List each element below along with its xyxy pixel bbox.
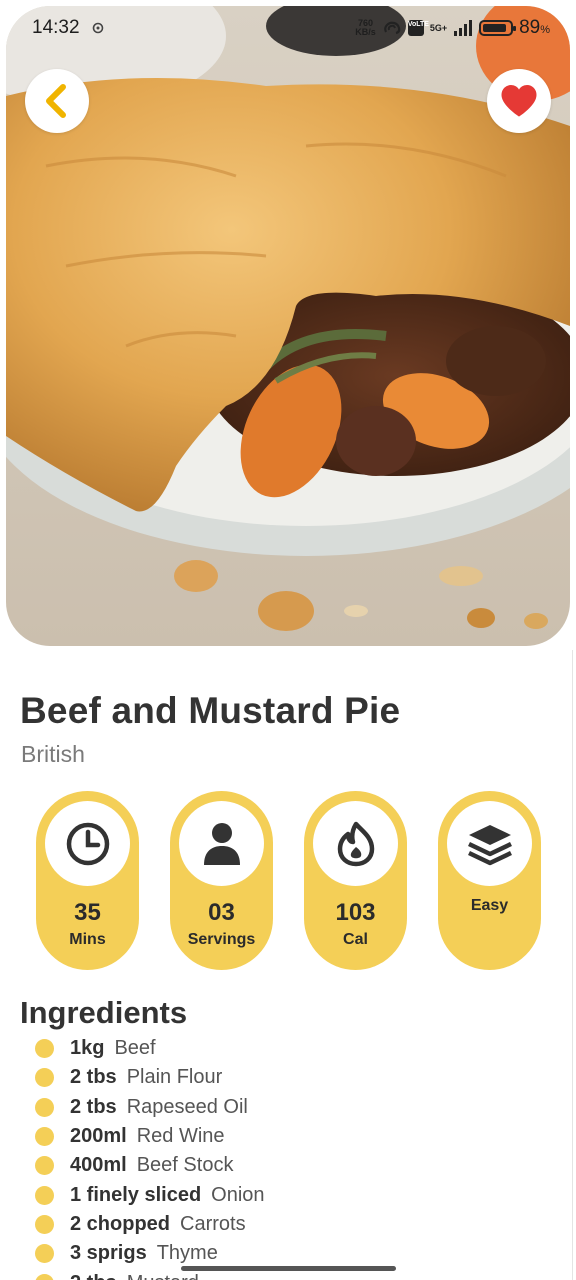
ingredient-qty: 400ml (70, 1154, 127, 1177)
bullet-icon (35, 1156, 54, 1176)
hotspot-icon (383, 21, 401, 35)
stat-servings-unit: Servings (187, 931, 256, 948)
ingredient-item: 1kg Beef (35, 1034, 555, 1063)
stat-difficulty-label: Easy (470, 897, 509, 914)
stat-servings: 03 Servings (170, 791, 273, 970)
ingredient-name: Mustard (127, 1272, 199, 1280)
network-speed-unit: KB/s (355, 27, 376, 37)
stat-time-value: 35 (74, 899, 101, 926)
ingredients-heading: Ingredients (20, 995, 188, 1030)
battery-percent: 89% (519, 17, 550, 39)
ingredient-qty: 3 sprigs (70, 1242, 147, 1265)
stat-calories-unit: Cal (343, 931, 368, 948)
flame-icon (337, 821, 374, 866)
network-speed: 760 KB/s (355, 19, 376, 37)
stat-servings-disc (179, 801, 264, 886)
stat-time: 35 Mins (36, 791, 139, 970)
ingredient-item: 200ml Red Wine (35, 1122, 555, 1151)
ingredient-qty: 2 tbs (70, 1066, 117, 1089)
ingredient-item: 3 sprigs Thyme (35, 1239, 555, 1268)
ingredient-qty: 1kg (70, 1037, 105, 1060)
bullet-icon (35, 1127, 54, 1147)
network-type: 5G+ (429, 23, 448, 33)
stat-calories-value: 103 (335, 899, 376, 926)
back-button[interactable] (25, 69, 89, 133)
status-bar: 14:32 760 KB/s VoLTE 5G+ 89% (0, 0, 576, 56)
bullet-icon (35, 1039, 54, 1059)
bullet-icon (35, 1244, 54, 1264)
battery-icon (479, 20, 517, 36)
stat-calories: 103 Cal (304, 791, 407, 970)
ingredient-name: Beef (114, 1037, 156, 1060)
battery-percent-value: 89 (519, 17, 541, 38)
ingredient-name: Carrots (180, 1212, 246, 1235)
battery-level-fill (483, 24, 507, 32)
battery-percent-suffix: % (540, 24, 550, 36)
ingredient-qty: 2 chopped (70, 1212, 171, 1235)
ingredient-name: Onion (211, 1183, 265, 1206)
recipe-stats: 35 Mins 03 Servings 103 Cal Easy (0, 791, 576, 971)
ingredient-name: Beef Stock (136, 1154, 234, 1177)
sync-icon (92, 22, 103, 34)
recipe-detail-screen: 14:32 760 KB/s VoLTE 5G+ 89% Beef and Mu… (0, 0, 576, 1280)
status-bar-left: 14:32 (32, 17, 106, 39)
recipe-cuisine: British (21, 741, 85, 767)
status-bar-right: 760 KB/s VoLTE 5G+ 89% (355, 17, 550, 39)
layers-icon (467, 824, 512, 865)
ingredient-qty: 200ml (70, 1125, 127, 1148)
ingredient-item: 1 finely sliced Onion (35, 1180, 555, 1209)
ingredient-name: Rapeseed Oil (126, 1095, 248, 1118)
ingredient-name: Red Wine (136, 1125, 225, 1148)
ingredient-item: 400ml Beef Stock (35, 1151, 555, 1180)
status-time: 14:32 (32, 17, 80, 38)
volte-icon: VoLTE (407, 20, 429, 36)
ingredient-qty: 2 tbs (70, 1272, 117, 1280)
clock-icon (66, 822, 109, 865)
bullet-icon (35, 1214, 54, 1234)
recipe-title: Beef and Mustard Pie (20, 690, 401, 731)
stat-calories-disc (313, 801, 398, 886)
bullet-icon (35, 1185, 54, 1205)
pie-photo (6, 6, 570, 646)
ingredient-item: 2 tbs Plain Flour (35, 1063, 555, 1092)
ingredient-item: 2 chopped Carrots (35, 1210, 555, 1239)
ingredients-list: 1kg Beef 2 tbs Plain Flour 2 tbs Rapeseed O… (35, 1034, 555, 1280)
stat-time-disc (45, 801, 130, 886)
chevron-left-icon (46, 84, 66, 118)
signal-icon (454, 20, 473, 36)
bullet-icon (35, 1273, 54, 1280)
heart-icon (501, 84, 537, 117)
favorite-button[interactable] (487, 69, 551, 133)
person-icon (203, 822, 240, 865)
ingredient-name: Thyme (156, 1242, 218, 1265)
scroll-edge (572, 650, 573, 1280)
stat-time-unit: Mins (69, 931, 106, 948)
ingredient-qty: 2 tbs (70, 1095, 117, 1118)
recipe-hero-image (6, 6, 570, 646)
ingredient-item: 2 tbs Rapeseed Oil (35, 1093, 555, 1122)
stat-difficulty-disc (447, 801, 532, 886)
stat-servings-value: 03 (208, 899, 235, 926)
stat-difficulty: Easy (438, 791, 541, 970)
bullet-icon (35, 1097, 54, 1117)
ingredient-qty: 1 finely sliced (70, 1183, 202, 1206)
home-indicator[interactable] (181, 1266, 396, 1271)
ingredient-name: Plain Flour (126, 1066, 223, 1089)
bullet-icon (35, 1068, 54, 1088)
